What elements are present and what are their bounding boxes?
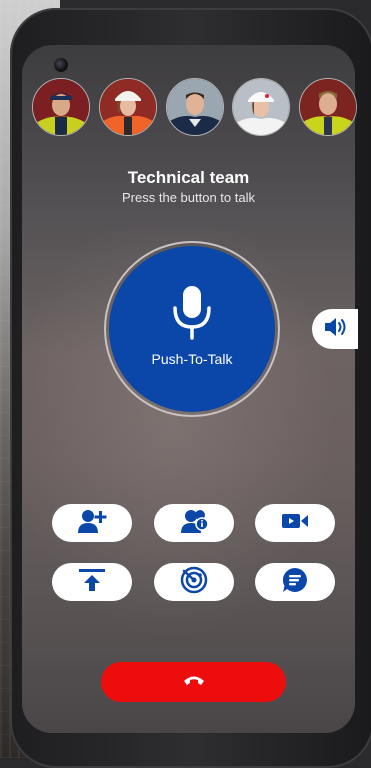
speaker-toggle-button[interactable] [312,309,358,349]
video-call-icon [281,512,309,535]
upload-icon [79,568,105,596]
video-call-button[interactable] [255,504,335,542]
add-user-icon [77,509,107,538]
chat-icon [282,567,308,598]
speaker-icon [323,316,347,343]
hang-up-icon [183,673,205,691]
chat-button[interactable] [255,563,335,601]
push-to-talk-button[interactable]: Push-To-Talk [109,246,275,412]
push-to-talk-label: Push-To-Talk [151,350,233,367]
group-info-button[interactable] [154,504,234,542]
participant-avatar-1[interactable] [32,78,90,136]
add-user-button[interactable] [52,504,132,542]
upload-button[interactable] [52,563,132,601]
group-subtitle: Press the button to talk [122,190,255,205]
participant-avatar-3[interactable] [166,78,224,136]
microphone-icon [170,284,214,347]
participant-avatar-4[interactable] [232,78,290,136]
end-call-button[interactable] [101,662,286,702]
participant-avatars [32,78,357,136]
front-camera [54,58,68,72]
group-info-icon [179,509,209,538]
participant-avatar-2[interactable] [99,78,157,136]
radar-icon [180,566,208,599]
group-title: Technical team [127,168,250,187]
participant-avatar-5[interactable] [299,78,357,136]
radar-button[interactable] [154,563,234,601]
